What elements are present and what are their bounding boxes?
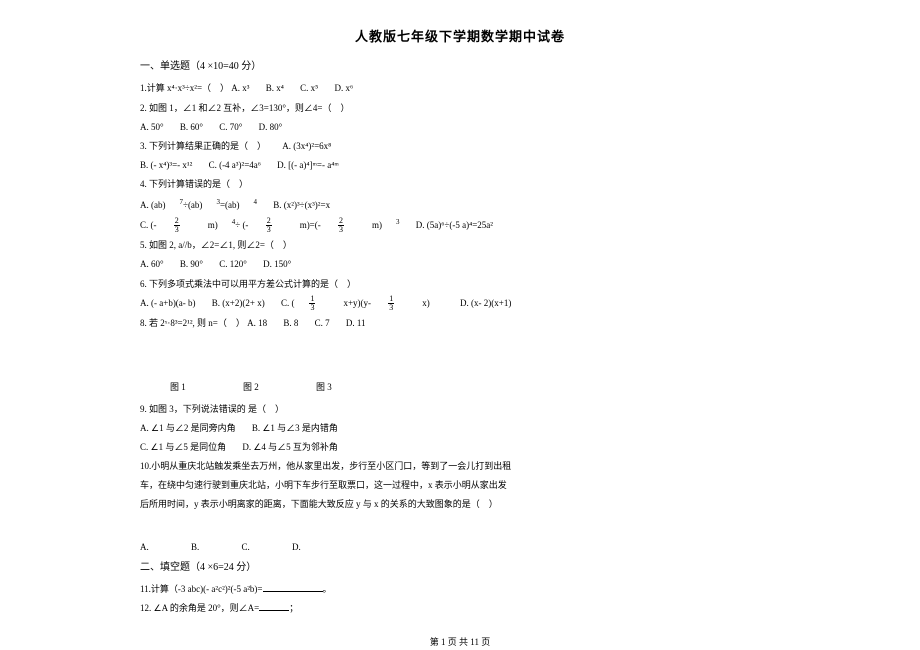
q9-opt-b: B. ∠1 与∠3 是内错角 — [252, 423, 338, 433]
q3-opt-d: D. [(- a)⁴]ᵐ=- a⁴ᵐ — [277, 160, 339, 170]
q5-options: A. 60° B. 90° C. 120° D. 150° — [140, 256, 780, 272]
question-10-line1: 10.小明从重庆北站触发乘坐去万州，他从家里出发，步行至小区门口，等到了一会儿打… — [140, 458, 780, 474]
question-4: 4. 下列计算错误的是（ ） — [140, 176, 780, 192]
q8-opt-b: B. 8 — [283, 318, 298, 328]
q10-opt-b: B. — [191, 542, 199, 552]
q1-opt-b: B. x⁴ — [266, 83, 284, 93]
q10-opt-a: A. — [140, 542, 149, 552]
q11-post: 。 — [323, 584, 332, 594]
fig-3-label: 图 3 — [316, 382, 332, 392]
q2-opt-b: B. 60° — [180, 122, 203, 132]
page-footer: 第 1 页 共 11 页 — [140, 634, 780, 650]
q10-opt-d: D. — [292, 542, 301, 552]
question-8: 8. 若 2ˣ·8³=2¹², 则 n=（ ） A. 18 B. 8 C. 7 … — [140, 315, 780, 331]
section-2-header: 二、填空题（4 ×6=24 分） — [140, 559, 780, 577]
question-12: 12. ∠A 的余角是 20°，则∠A= ； — [140, 600, 780, 616]
q9-options-line2: C. ∠1 与∠5 是同位角 D. ∠4 与∠5 互为邻补角 — [140, 439, 780, 455]
q8-text: 8. 若 2ˣ·8³=2¹², 则 n=（ ） — [140, 318, 245, 328]
q1-opt-d: D. x⁶ — [335, 83, 354, 93]
q3-opt-b: B. (- x⁴)³=- x¹² — [140, 160, 192, 170]
question-10-line2: 车，在绕中匀速行驶到重庆北站，小明下车步行至取票口，这一过程中，x 表示小明从家… — [140, 477, 780, 493]
q1-text: 1.计算 x⁴·x³÷x²=（ ） — [140, 83, 229, 93]
question-9: 9. 如图 3，下列说法错误的 是（ ） — [140, 401, 780, 417]
q12-blank — [259, 601, 289, 611]
question-5: 5. 如图 2, a//b，∠2=∠1, 则∠2=（ ） — [140, 237, 780, 253]
q3-opt-c: C. (-4 a³)²=4a⁶ — [209, 160, 261, 170]
q4-opt-c: C. (- 23m)4÷ (- 23m)=(- 23m)3 — [140, 220, 400, 230]
q5-opt-a: A. 60° — [140, 259, 164, 269]
q5-opt-b: B. 90° — [180, 259, 203, 269]
q10-opt-c: C. — [242, 542, 250, 552]
q3-options-line2: B. (- x⁴)³=- x¹² C. (-4 a³)²=4a⁶ D. [(- … — [140, 157, 780, 173]
q3-text: 3. 下列计算结果正确的是（ ） — [140, 141, 266, 151]
question-6: 6. 下列多项式乘法中可以用平方差公式计算的是（ ） — [140, 276, 780, 292]
q9-opt-c: C. ∠1 与∠5 是同位角 — [140, 442, 226, 452]
q10-options: A. B. C. D. — [140, 539, 780, 555]
q9-opt-a: A. ∠1 与∠2 是同旁内角 — [140, 423, 236, 433]
q6-opt-b: B. (x+2)(2+ x) — [212, 298, 265, 308]
q4-options-line2: C. (- 23m)4÷ (- 23m)=(- 23m)3 D. (5a)⁶÷(… — [140, 216, 780, 234]
q1-opt-a: A. x³ — [231, 83, 249, 93]
q12-pre: 12. ∠A 的余角是 20°，则∠A= — [140, 603, 259, 613]
fig-1-label: 图 1 — [170, 382, 186, 392]
q9-opt-d: D. ∠4 与∠5 互为邻补角 — [242, 442, 338, 452]
q1-opt-c: C. x⁵ — [300, 83, 318, 93]
question-11: 11.计算（-3 abc)(- a²c²)²(-5 a²b)= 。 — [140, 581, 780, 597]
q8-opt-c: C. 7 — [315, 318, 330, 328]
q6-options: A. (- a+b)(a- b) B. (x+2)(2+ x) C. (13x+… — [140, 295, 780, 312]
q12-post: ； — [289, 603, 298, 613]
q4-options-line1: A. (ab)7÷(ab)3=(ab)4 B. (x²)³÷(x³)²=x — [140, 196, 780, 213]
figure-labels: 图 1 图 2 图 3 — [140, 379, 780, 395]
section-1-header: 一、单选题（4 ×10=40 分） — [140, 58, 780, 76]
q2-opt-a: A. 50° — [140, 122, 164, 132]
q6-opt-d: D. (x- 2)(x+1) — [460, 298, 511, 308]
q11-blank — [263, 582, 323, 592]
q6-opt-c: C. (13x+y)(y- 13x) — [281, 298, 444, 308]
q3-opt-a: A. (3x⁴)²=6x⁸ — [282, 141, 331, 151]
q2-opt-c: C. 70° — [219, 122, 242, 132]
q2-opt-d: D. 80° — [259, 122, 283, 132]
figure-space — [140, 334, 780, 374]
q11-pre: 11.计算（-3 abc)(- a²c²)²(-5 a²b)= — [140, 584, 263, 594]
fig-2-label: 图 2 — [243, 382, 259, 392]
q6-opt-a: A. (- a+b)(a- b) — [140, 298, 196, 308]
page-title: 人教版七年级下学期数学期中试卷 — [140, 25, 780, 48]
q8-opt-d: D. 11 — [346, 318, 366, 328]
q4-opt-d: D. (5a)⁶÷(-5 a)⁴=25a² — [416, 220, 493, 230]
graph-space — [140, 516, 780, 536]
question-10-line3: 后所用时间，y 表示小明离家的距离，下面能大致反应 y 与 x 的关系的大致图象… — [140, 496, 780, 512]
q4-opt-a: A. (ab)7÷(ab)3=(ab)4 — [140, 200, 257, 210]
question-1: 1.计算 x⁴·x³÷x²=（ ） A. x³ B. x⁴ C. x⁵ D. x… — [140, 80, 780, 96]
q8-opt-a: A. 18 — [247, 318, 267, 328]
q9-options-line1: A. ∠1 与∠2 是同旁内角 B. ∠1 与∠3 是内错角 — [140, 420, 780, 436]
q5-opt-c: C. 120° — [219, 259, 247, 269]
q5-opt-d: D. 150° — [263, 259, 291, 269]
question-3: 3. 下列计算结果正确的是（ ） A. (3x⁴)²=6x⁸ — [140, 138, 780, 154]
question-2: 2. 如图 1，∠1 和∠2 互补，∠3=130°，则∠4=（ ） — [140, 100, 780, 116]
q2-options: A. 50° B. 60° C. 70° D. 80° — [140, 119, 780, 135]
q4-opt-b: B. (x²)³÷(x³)²=x — [273, 200, 330, 210]
